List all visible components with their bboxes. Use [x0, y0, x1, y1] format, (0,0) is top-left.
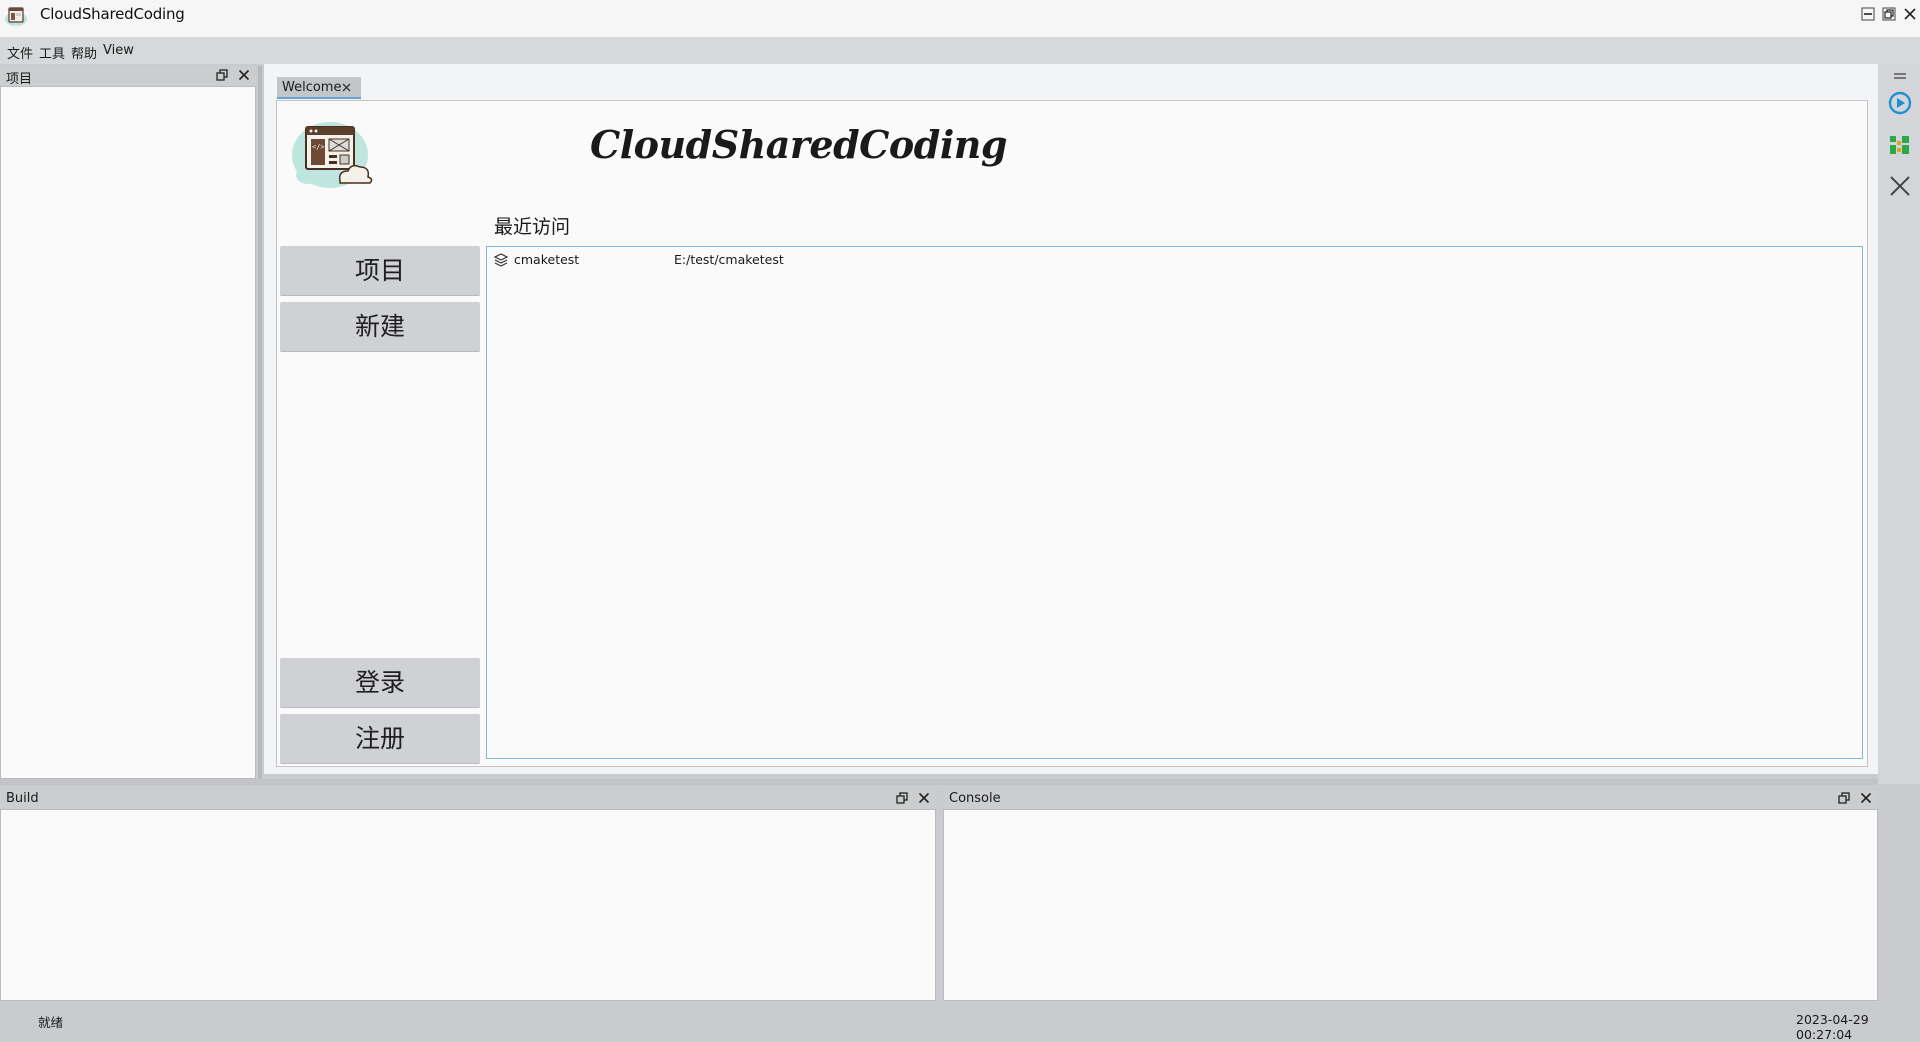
close-window-button[interactable]: [1903, 7, 1917, 21]
close-panel-button[interactable]: [238, 69, 250, 81]
list-item[interactable]: cmaketest E:/test/cmaketest: [487, 247, 1862, 273]
float-icon: [896, 792, 908, 804]
menu-view[interactable]: View: [103, 43, 134, 58]
build-panel-title: Build: [6, 791, 39, 806]
layers-icon: [493, 252, 509, 268]
menu-tools[interactable]: 工具: [39, 43, 65, 62]
tab-welcome[interactable]: Welcome: [277, 77, 361, 99]
project-panel-title: 项目: [6, 72, 33, 87]
recent-item-name: cmaketest: [514, 252, 580, 267]
close-icon: [918, 792, 930, 804]
close-panel-button[interactable]: [1860, 792, 1872, 804]
console-panel-header: Console: [943, 789, 1878, 809]
close-icon: [1904, 8, 1916, 20]
menu-bar: 文件 工具 帮助 View: [0, 37, 1920, 64]
play-icon[interactable]: [1887, 90, 1913, 120]
minimize-icon: [1861, 7, 1875, 21]
float-panel-button[interactable]: [1838, 792, 1850, 804]
vertical-splitter[interactable]: [258, 66, 262, 779]
close-icon[interactable]: [1888, 174, 1912, 202]
close-icon: [342, 83, 351, 92]
tab-close-button[interactable]: [341, 82, 352, 93]
float-icon: [1838, 792, 1850, 804]
close-icon: [1860, 792, 1872, 804]
restore-button[interactable]: [1882, 7, 1896, 21]
project-tree[interactable]: [0, 86, 256, 779]
register-button[interactable]: 注册: [280, 714, 480, 764]
build-panel-header: Build: [0, 789, 936, 809]
window-title: CloudSharedCoding: [40, 5, 185, 23]
menu-file[interactable]: 文件: [7, 43, 33, 62]
status-bar: 就绪 2023-04-29 00:27:04: [0, 1004, 1920, 1042]
project-button[interactable]: 项目: [280, 246, 480, 296]
tab-welcome-label: Welcome: [282, 80, 342, 95]
right-toolbar: [1878, 64, 1920, 784]
float-panel-button[interactable]: [896, 792, 908, 804]
recent-item-path: E:/test/cmaketest: [674, 252, 784, 267]
close-panel-button[interactable]: [918, 792, 930, 804]
menu-lines-icon[interactable]: [1893, 70, 1907, 85]
brand-title: CloudSharedCoding: [590, 122, 1007, 167]
close-icon: [238, 69, 250, 81]
minimize-button[interactable]: [1861, 7, 1875, 21]
restore-icon: [1882, 7, 1896, 21]
float-panel-button[interactable]: [216, 69, 228, 81]
horizontal-splitter[interactable]: [0, 779, 1878, 785]
title-bar: CloudSharedCoding: [0, 0, 1920, 37]
blocks-icon[interactable]: [1888, 134, 1912, 160]
status-time: 2023-04-29 00:27:04: [1796, 1012, 1869, 1042]
recent-list[interactable]: cmaketest E:/test/cmaketest: [486, 246, 1863, 759]
float-icon: [216, 69, 228, 81]
login-button[interactable]: 登录: [280, 658, 480, 708]
logo: </>: [288, 115, 374, 191]
build-output[interactable]: [0, 809, 936, 1001]
app-icon: [4, 5, 28, 27]
menu-help[interactable]: 帮助: [71, 43, 97, 62]
svg-text:</>: </>: [312, 143, 325, 151]
project-panel-header: 项目: [0, 66, 256, 87]
console-output[interactable]: [943, 809, 1878, 1001]
new-button[interactable]: 新建: [280, 302, 480, 352]
status-text: 就绪: [38, 1015, 64, 1030]
recent-title: 最近访问: [494, 216, 571, 238]
console-panel-title: Console: [949, 791, 1001, 806]
